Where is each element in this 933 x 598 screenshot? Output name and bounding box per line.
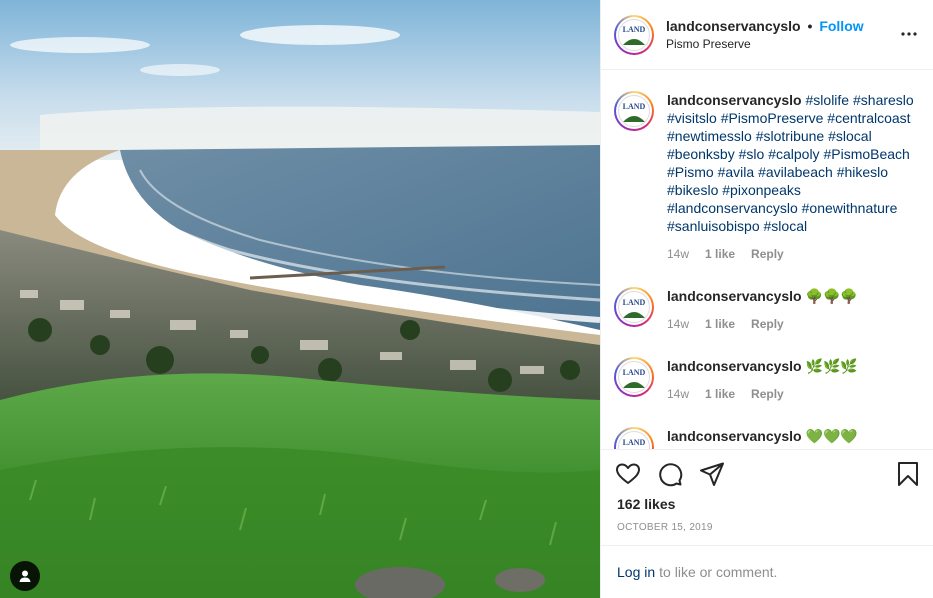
follow-button[interactable]: Follow: [819, 18, 863, 34]
bookmark-icon[interactable]: [895, 461, 921, 487]
post-photo[interactable]: [0, 0, 600, 598]
comment-meta: 14w 1 like Reply: [667, 387, 929, 401]
header-text: landconservancyslo • Follow Pismo Preser…: [666, 17, 864, 53]
likes-count[interactable]: 162 likes: [617, 496, 675, 512]
post-date: OCTOBER 15, 2019: [617, 522, 713, 533]
location-link[interactable]: Pismo Preserve: [666, 35, 864, 53]
post-modal: LAND landconservancyslo • Follow Pismo P…: [0, 0, 933, 598]
comment-item: LAND landconservancyslo 🌳🌳🌳 14w 1 like R…: [614, 287, 929, 331]
comment-text: 🌳🌳🌳: [805, 288, 858, 304]
hashtag-link[interactable]: #onewithnature: [802, 200, 898, 216]
comment-username[interactable]: landconservancyslo: [667, 428, 802, 444]
comment-likes[interactable]: 1 like: [705, 387, 735, 401]
comment-username[interactable]: landconservancyslo: [667, 288, 802, 304]
comment-item: LAND landconservancyslo 🌿🌿🌿 14w 1 like R…: [614, 357, 929, 401]
hashtag-link[interactable]: #avila: [718, 164, 755, 180]
caption-username[interactable]: landconservancyslo: [667, 92, 802, 108]
hashtag-link[interactable]: #PismoPreserve: [721, 110, 824, 126]
hashtag-link[interactable]: #hikeslo: [837, 164, 888, 180]
comment-username[interactable]: landconservancyslo: [667, 358, 802, 374]
hashtag-link[interactable]: #landconservancyslo: [667, 200, 798, 216]
reply-button[interactable]: Reply: [751, 387, 784, 401]
caption: LAND landconservancyslo #slolife #shares…: [614, 91, 929, 261]
more-options-button[interactable]: [899, 24, 919, 44]
hashtag-link[interactable]: #visitslo: [667, 110, 717, 126]
hashtag-link[interactable]: #slocal: [764, 218, 808, 234]
login-link[interactable]: Log in: [617, 564, 655, 580]
avatar[interactable]: LAND: [614, 14, 654, 55]
hashtag-link[interactable]: #beonksby: [667, 146, 735, 162]
separator-dot: •: [807, 17, 813, 34]
avatar[interactable]: LAND: [614, 287, 654, 327]
post-header: LAND landconservancyslo • Follow Pismo P…: [601, 0, 933, 70]
share-icon[interactable]: [699, 461, 725, 487]
header-username[interactable]: landconservancyslo: [666, 18, 801, 34]
reply-button[interactable]: Reply: [751, 317, 784, 331]
avatar[interactable]: LAND: [614, 427, 654, 449]
coastline-photo: [0, 0, 600, 598]
comments-list[interactable]: LAND landconservancyslo #slolife #shares…: [601, 71, 933, 449]
hashtag-link[interactable]: #PismoBeach: [823, 146, 909, 162]
hashtag-link[interactable]: #Pismo: [667, 164, 714, 180]
comment-text: 💚💚💚: [805, 428, 858, 444]
login-prompt: Log in to like or comment.: [601, 545, 933, 598]
comment-age[interactable]: 14w: [667, 317, 689, 331]
hashtag-link[interactable]: #avilabeach: [758, 164, 833, 180]
login-prompt-text: to like or comment.: [659, 564, 778, 580]
hashtag-link[interactable]: #bikeslo: [667, 182, 718, 198]
avatar[interactable]: LAND: [614, 357, 654, 397]
comment-icon[interactable]: [657, 461, 683, 487]
land-conservancy-logo: LAND: [618, 18, 650, 51]
hashtag-link[interactable]: #shareslo: [853, 92, 914, 108]
reply-button[interactable]: Reply: [751, 247, 784, 261]
comment-likes[interactable]: 1 like: [705, 317, 735, 331]
hashtag-link[interactable]: #slocal: [828, 128, 872, 144]
heart-icon[interactable]: [615, 461, 641, 487]
hashtag-link[interactable]: #slolife: [806, 92, 850, 108]
comment-likes[interactable]: 1 like: [705, 247, 735, 261]
comment-text: 🌿🌿🌿: [805, 358, 858, 374]
hashtag-link[interactable]: #slotribune: [756, 128, 825, 144]
comment-age[interactable]: 14w: [667, 247, 689, 261]
hashtag-link[interactable]: #pixonpeaks: [722, 182, 801, 198]
comment-meta: 14w 1 like Reply: [667, 247, 929, 261]
comment-age[interactable]: 14w: [667, 387, 689, 401]
hashtag-link[interactable]: #newtimesslo: [667, 128, 752, 144]
avatar[interactable]: LAND: [614, 91, 654, 131]
user-tag-icon: [19, 570, 31, 582]
action-bar: 162 likes OCTOBER 15, 2019: [601, 449, 933, 545]
comment-item: LAND landconservancyslo 💚💚💚: [614, 427, 929, 449]
comment-meta: 14w 1 like Reply: [667, 317, 929, 331]
hashtag-link[interactable]: #centralcoast: [827, 110, 910, 126]
hashtag-link[interactable]: #sanluisobispo: [667, 218, 760, 234]
tagged-users-button[interactable]: [10, 561, 40, 591]
caption-text: landconservancyslo #slolife #shareslo #v…: [667, 91, 929, 235]
more-options-icon: [901, 32, 917, 36]
hashtag-link[interactable]: #calpoly: [768, 146, 819, 162]
post-sidebar: LAND landconservancyslo • Follow Pismo P…: [600, 0, 933, 598]
hashtag-link[interactable]: #slo: [739, 146, 765, 162]
